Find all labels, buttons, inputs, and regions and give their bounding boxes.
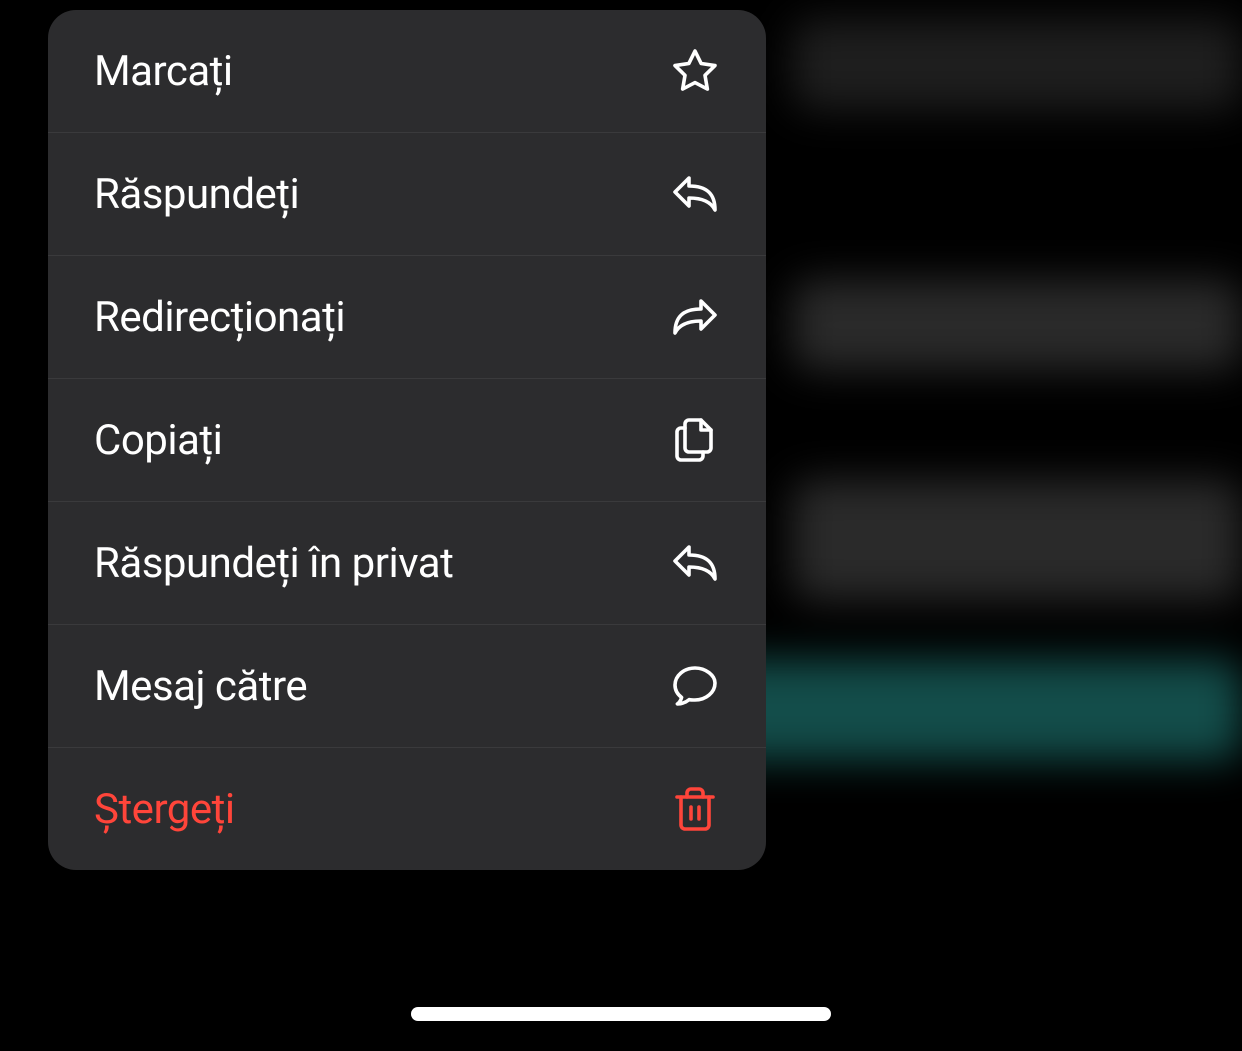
- message-to-menu-item[interactable]: Mesaj către: [48, 625, 766, 748]
- menu-item-label: Copiați: [94, 416, 222, 465]
- blurred-background: [742, 0, 1242, 1051]
- message-context-menu: Marcați Răspundeți Redirecționați Copiaț…: [48, 10, 766, 870]
- blurred-message-bubble: [792, 20, 1242, 110]
- star-icon: [670, 46, 720, 96]
- star-menu-item[interactable]: Marcați: [48, 10, 766, 133]
- home-indicator[interactable]: [411, 1007, 831, 1021]
- trash-icon: [670, 784, 720, 834]
- menu-item-label: Mesaj către: [94, 662, 307, 711]
- forward-menu-item[interactable]: Redirecționați: [48, 256, 766, 379]
- reply-privately-menu-item[interactable]: Răspundeți în privat: [48, 502, 766, 625]
- reply-icon: [670, 538, 720, 588]
- blurred-message-bubble: [792, 480, 1242, 600]
- forward-icon: [670, 292, 720, 342]
- reply-menu-item[interactable]: Răspundeți: [48, 133, 766, 256]
- menu-item-label: Marcați: [94, 47, 233, 96]
- copy-icon: [670, 415, 720, 465]
- reply-icon: [670, 169, 720, 219]
- menu-item-label: Răspundeți: [94, 170, 299, 219]
- menu-item-label: Răspundeți în privat: [94, 539, 453, 588]
- blurred-message-bubble: [792, 280, 1242, 370]
- menu-item-label: Ștergeți: [94, 785, 235, 834]
- copy-menu-item[interactable]: Copiați: [48, 379, 766, 502]
- delete-menu-item[interactable]: Ștergeți: [48, 748, 766, 870]
- menu-item-label: Redirecționați: [94, 293, 345, 342]
- chat-icon: [670, 661, 720, 711]
